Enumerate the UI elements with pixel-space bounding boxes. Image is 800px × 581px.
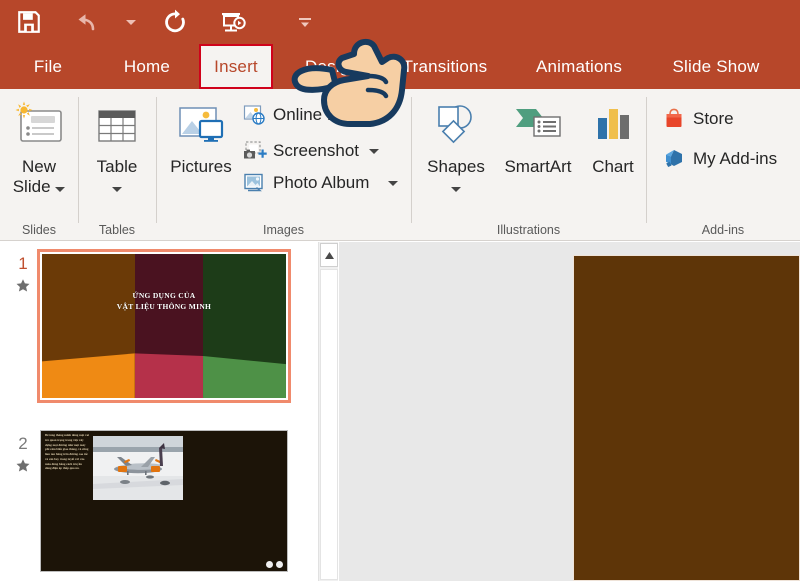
screenshot-icon [242, 139, 268, 163]
photo-album-icon [242, 171, 268, 195]
undo-dropdown-caret[interactable] [116, 0, 146, 44]
ribbon-content: New Slide Slides [0, 89, 800, 241]
slide1-band2 [135, 353, 203, 398]
shapes-button[interactable]: Shapes [417, 95, 495, 197]
slide-thumbnail-1[interactable]: ỨNG DỤNG CỦA VẬT LIỆU THÔNG MINH [40, 252, 288, 400]
slide2-media-dots [266, 561, 283, 568]
new-slide-line2: Slide [13, 177, 51, 196]
scrollbar-track[interactable] [320, 269, 338, 580]
group-label-illustrations: Illustrations [411, 223, 646, 237]
slide-number-2: 2 [10, 434, 36, 454]
photo-album-label: Photo Album [273, 173, 369, 193]
slide-number-1: 1 [10, 254, 36, 274]
chart-label: Chart [592, 157, 634, 177]
slide1-title: ỨNG DỤNG CỦA VẬT LIỆU THÔNG MINH [42, 291, 286, 311]
powerpoint-window: File Home Insert Design Transitions Anim… [0, 0, 800, 581]
shapes-label-wrap: Shapes [427, 157, 485, 197]
my-addins-icon [662, 147, 688, 171]
screenshot-caret-icon[interactable] [369, 149, 379, 154]
table-label-wrap: Table [97, 157, 138, 197]
photo-album-caret-icon[interactable] [388, 181, 398, 186]
new-slide-icon [11, 95, 67, 153]
group-label-tables: Tables [78, 223, 156, 237]
online-pictures-icon [242, 103, 268, 127]
new-slide-caret-icon[interactable] [55, 187, 65, 192]
slide-thumbnail-2[interactable]: Bê tông thông minh đóng một vai trò quan… [40, 430, 288, 572]
smartart-icon [508, 95, 568, 153]
slide-thumbnail-pane[interactable]: 1 ỨNG DỤNG CỦA VẬT LIỆU THÔNG MINH [0, 242, 318, 581]
slide2-photo [93, 436, 183, 500]
screenshot-button[interactable]: Screenshot [242, 139, 379, 163]
tab-insert[interactable]: Insert [199, 44, 273, 89]
my-addins-button[interactable]: My Add-ins [662, 147, 777, 171]
undo-icon[interactable] [58, 0, 116, 44]
smartart-button[interactable]: SmartArt [495, 95, 581, 177]
slide1-title-line1: ỨNG DỤNG CỦA [133, 291, 196, 300]
tab-home[interactable]: Home [108, 44, 186, 89]
title-bar [0, 0, 800, 44]
screenshot-label: Screenshot [273, 141, 359, 161]
ribbon-group-slides: New Slide Slides [0, 89, 78, 241]
store-button[interactable]: Store [662, 107, 734, 131]
shapes-caret-icon[interactable] [451, 187, 461, 192]
my-addins-label: My Add-ins [693, 149, 777, 169]
table-icon [91, 95, 143, 153]
chart-icon [590, 95, 636, 153]
tab-transitions[interactable]: Transitions [384, 44, 506, 89]
save-icon[interactable] [0, 0, 58, 44]
animation-star-icon-2 [10, 458, 36, 474]
new-slide-label: New Slide [13, 157, 66, 197]
photo-album-button[interactable]: Photo Album [242, 171, 398, 195]
thumbnail-row-2[interactable]: 2 Bê tông thông minh đóng một vai trò qu… [0, 428, 318, 578]
smartart-label: SmartArt [504, 157, 571, 177]
current-slide-canvas[interactable] [573, 255, 800, 581]
ribbon-group-addins: Store My Add-ins Add-ins [646, 89, 800, 241]
table-label: Table [97, 157, 138, 176]
table-caret-icon[interactable] [112, 187, 122, 192]
slide2-body-text: Bê tông thông minh đóng một vai trò quan… [45, 433, 89, 471]
shapes-icon [427, 95, 485, 153]
table-button[interactable]: Table [78, 95, 156, 197]
slide2-dot-2 [276, 561, 283, 568]
tab-slide-show[interactable]: Slide Show [659, 44, 773, 89]
customize-qat-caret[interactable] [290, 0, 320, 44]
pictures-button[interactable]: Pictures [158, 95, 244, 177]
store-label: Store [693, 109, 734, 129]
slide-editing-area[interactable] [339, 242, 800, 581]
thumbnail-row-1[interactable]: 1 ỨNG DỤNG CỦA VẬT LIỆU THÔNG MINH [0, 242, 318, 422]
redo-icon[interactable] [146, 0, 204, 44]
pictures-label: Pictures [170, 157, 231, 177]
shapes-label: Shapes [427, 157, 485, 176]
online-pictures-label: Online Pictures [273, 105, 388, 125]
ribbon-tab-strip: File Home Insert Design Transitions Anim… [0, 44, 800, 89]
online-pictures-button[interactable]: Online Pictures [242, 103, 388, 127]
new-slide-button[interactable]: New Slide [0, 95, 78, 197]
pictures-icon [173, 95, 229, 153]
quick-access-toolbar [0, 0, 320, 44]
chart-button[interactable]: Chart [581, 95, 645, 177]
scroll-up-arrow-icon[interactable] [320, 243, 338, 267]
slide-1-preview: ỨNG DỤNG CỦA VẬT LIỆU THÔNG MINH [42, 254, 286, 398]
slide1-title-line2: VẬT LIỆU THÔNG MINH [117, 302, 211, 311]
tab-file[interactable]: File [22, 44, 74, 89]
tab-animations[interactable]: Animations [518, 44, 640, 89]
animation-star-icon-1 [10, 278, 36, 294]
start-presentation-icon[interactable] [204, 0, 262, 44]
ribbon-group-illustrations: Shapes SmartArt [411, 89, 646, 241]
group-label-images: Images [156, 223, 411, 237]
group-label-slides: Slides [0, 223, 78, 237]
thumbnail-pane-scrollbar[interactable] [318, 242, 338, 581]
new-slide-line1: New [22, 157, 56, 176]
slide-2-preview: Bê tông thông minh đóng một vai trò quan… [41, 431, 287, 571]
store-icon [662, 107, 688, 131]
group-label-addins: Add-ins [646, 223, 800, 237]
ribbon-group-images: Pictures Online Pictures [156, 89, 411, 241]
tab-design[interactable]: Design [292, 44, 372, 89]
slide2-dot-1 [266, 561, 273, 568]
ribbon-group-tables: Table Tables [78, 89, 156, 241]
